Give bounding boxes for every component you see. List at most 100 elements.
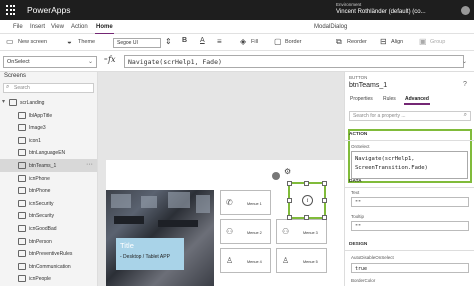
user-avatar[interactable] <box>461 6 470 15</box>
menu-action[interactable]: Action <box>71 24 88 30</box>
onselect-input[interactable]: Navigate(scrHelp1, ScreenTransition.Fade… <box>351 151 468 179</box>
align-text-icon[interactable]: ≡ <box>217 37 222 46</box>
app-screen[interactable]: ⚙ Title - Desktop / Tablet APP ✆ Menue 1… <box>106 160 344 286</box>
new-screen-button[interactable]: New screen <box>18 39 47 45</box>
fx-icon: fx <box>108 55 116 64</box>
tree-item[interactable]: btnSecurity <box>0 209 97 222</box>
font-select[interactable]: Segoe UI <box>113 38 161 48</box>
tree-item[interactable]: btnLanguageEN <box>0 146 97 159</box>
group-button[interactable]: Group <box>430 39 445 45</box>
resize-handle[interactable] <box>287 198 292 203</box>
resize-handle[interactable] <box>304 181 309 186</box>
resize-handle[interactable] <box>322 181 327 186</box>
people-icon: ⚇ <box>226 227 234 236</box>
tree-item[interactable]: btnTeams_1 ··· <box>0 159 97 172</box>
screens-search-input[interactable]: ⌕ Search <box>3 83 94 93</box>
tree-item[interactable]: ▾ scrLanding <box>0 96 97 109</box>
tree-item[interactable]: icnPhone <box>0 172 97 185</box>
people-icon: ⚇ <box>282 227 290 236</box>
environment-label: Environment <box>336 2 362 7</box>
help-icon[interactable]: ? <box>463 81 467 88</box>
hero-image: Title - Desktop / Tablet APP <box>106 190 214 286</box>
new-screen-icon: ▭ <box>6 37 14 46</box>
menu-tile-label: Menue 5 <box>303 260 318 264</box>
resize-handle[interactable] <box>287 215 292 220</box>
font-size-icon[interactable]: ⇕ <box>165 37 172 46</box>
avatar[interactable] <box>272 172 280 180</box>
bold-icon[interactable]: B <box>182 37 187 44</box>
section-design: DESIGN <box>349 242 368 247</box>
tree-item-label: btnSecurity <box>29 213 55 220</box>
tree-item-label: btnTeams_1 <box>29 163 57 169</box>
control-icon <box>18 124 26 132</box>
property-search-input[interactable]: Search for a property ... ⌕ <box>349 111 471 121</box>
reorder-button[interactable]: Reorder <box>347 39 367 45</box>
onselect-line-1: Navigate(scrHelp1, <box>355 156 415 162</box>
resize-handle[interactable] <box>287 181 292 186</box>
resize-handle[interactable] <box>304 215 309 220</box>
tree-item-label: icnSecurity <box>29 200 54 207</box>
tree-item-label: btnPerson <box>29 238 52 245</box>
menu-tile-label: Menue 2 <box>247 231 262 235</box>
equals-sign: = <box>104 57 108 63</box>
control-icon <box>18 199 26 207</box>
text-input[interactable]: "" <box>351 197 469 207</box>
more-options-icon[interactable]: ··· <box>86 161 93 168</box>
tree-item[interactable]: btnPerson <box>0 235 97 248</box>
border-button[interactable]: Border <box>285 39 302 45</box>
font-color-icon[interactable]: A <box>200 37 205 44</box>
tree-item-label: lblAppTitle <box>29 112 53 119</box>
control-icon <box>18 250 26 258</box>
tree-item[interactable]: btnPhone <box>0 184 97 197</box>
tooltip-input[interactable]: "" <box>351 221 469 231</box>
text-label: Text <box>351 190 360 195</box>
fill-button[interactable]: Fill <box>251 39 258 45</box>
tree-item[interactable]: btnCommunication <box>0 260 97 273</box>
menu-tile-3[interactable]: ⚇ Menue 3 <box>276 219 327 244</box>
tree-item[interactable]: icnGoodBad <box>0 222 97 235</box>
properties-panel: BUTTON btnTeams_1 ? Properties Rules Adv… <box>344 72 474 286</box>
resize-handle[interactable] <box>322 215 327 220</box>
align-button[interactable]: Align <box>391 39 403 45</box>
formula-input[interactable]: Navigate(scrHelp1, Fade) <box>124 55 464 68</box>
menu-tile-2[interactable]: ⚇ Menue 2 <box>220 219 271 244</box>
theme-button[interactable]: Theme <box>78 39 95 45</box>
help-button-selected[interactable]: i <box>287 181 327 220</box>
tree-item[interactable]: lblAppTitle <box>0 109 97 122</box>
tree-item[interactable]: icnPeople <box>0 272 97 285</box>
menu-tile-1[interactable]: ✆ Menue 1 <box>220 190 271 215</box>
tab-advanced[interactable]: Advanced <box>404 96 430 105</box>
control-icon <box>18 262 26 270</box>
tab-properties[interactable]: Properties <box>350 96 373 102</box>
tree-item[interactable]: icon1 <box>0 134 97 147</box>
tree-item-label: btnPhone <box>29 188 51 195</box>
expand-formula-icon[interactable]: ⌄ <box>462 58 467 65</box>
property-search-placeholder: Search for a property ... <box>353 113 406 119</box>
theme-icon: ◒ <box>67 37 72 46</box>
tab-rules[interactable]: Rules <box>383 96 396 102</box>
property-select[interactable]: OnSelect ⌄ <box>3 56 97 68</box>
hero-window-shape <box>196 195 210 213</box>
auto-disable-input[interactable]: true <box>351 263 469 273</box>
tree-item[interactable]: Image3 <box>0 121 97 134</box>
tree-item[interactable]: btnPreventiveRules <box>0 247 97 260</box>
tree-item-label: icnPeople <box>29 276 51 283</box>
app-launcher-icon[interactable] <box>5 4 17 16</box>
control-icon <box>18 275 26 283</box>
tree-item-label: btnPreventiveRules <box>29 251 73 258</box>
control-name[interactable]: btnTeams_1 <box>349 82 387 89</box>
tree-item-label: icnGoodBad <box>29 226 57 232</box>
menu-home[interactable]: Home <box>95 24 114 35</box>
border-icon: ▢ <box>274 37 282 46</box>
app-name: PowerApps <box>27 5 71 15</box>
resize-handle[interactable] <box>322 198 327 203</box>
tree-item[interactable]: icnSecurity <box>0 197 97 210</box>
menu-view[interactable]: View <box>51 24 64 30</box>
caret-down-icon[interactable]: ▾ <box>2 98 5 105</box>
menu-file[interactable]: File <box>13 24 23 30</box>
menu-insert[interactable]: Insert <box>30 24 45 30</box>
user-name[interactable]: Vincent Rothländer (default) (co... <box>336 9 426 15</box>
menu-tile-5[interactable]: ♙ Menue 5 <box>276 248 327 273</box>
gear-icon[interactable]: ⚙ <box>284 167 291 176</box>
menu-tile-4[interactable]: ♙ Menue 4 <box>220 248 271 273</box>
